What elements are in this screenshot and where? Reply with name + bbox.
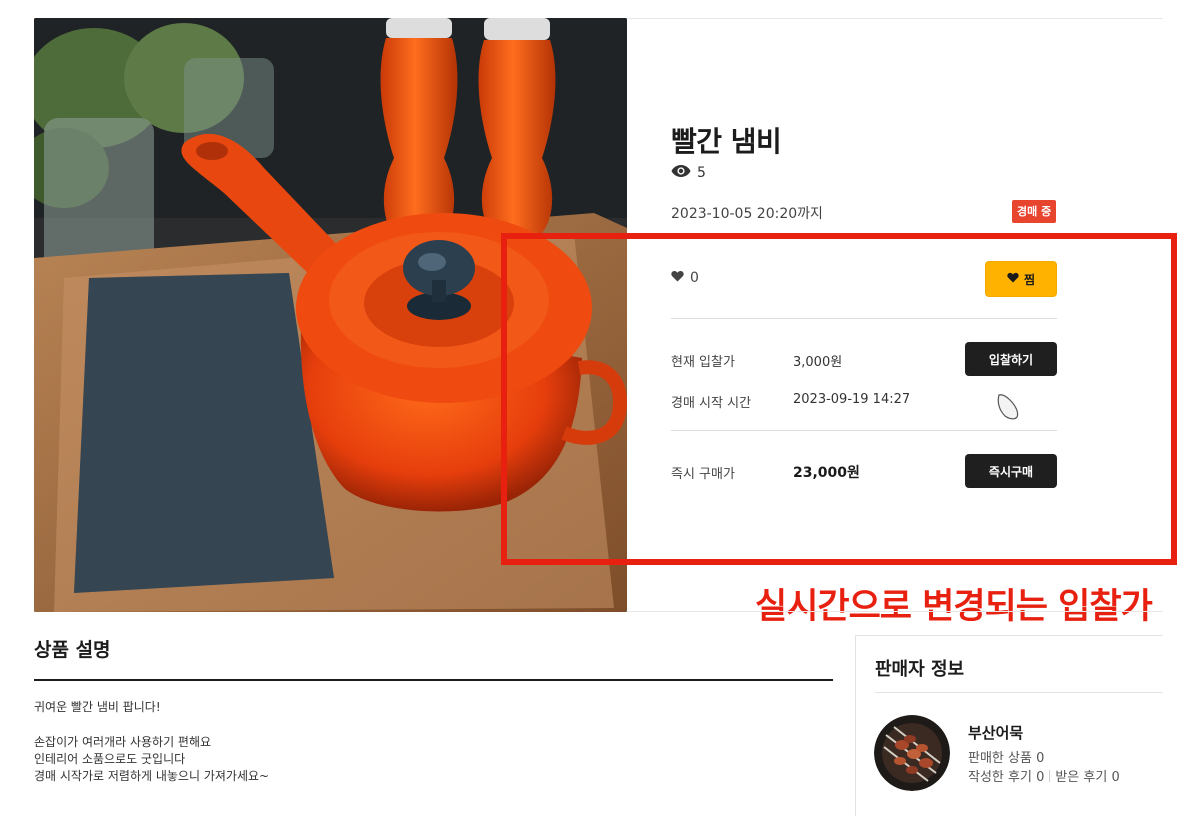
seller-heading: 판매자 정보 — [875, 659, 965, 680]
seller-review-stats: 작성한 후기 0 받은 후기 0 — [968, 766, 1120, 785]
annotation-text: 실시간으로 변경되는 입찰가 — [755, 587, 1153, 627]
status-badge: 경매 중 — [1012, 200, 1057, 223]
highlight-box — [501, 233, 1177, 565]
seller-name[interactable]: 부산어묵 — [968, 722, 1023, 743]
description-heading: 상품 설명 — [34, 639, 111, 661]
description-line: 인테리어 소품으로도 굿입니다 — [34, 752, 186, 766]
auction-deadline: 2023-10-05 20:20까지 — [671, 206, 823, 222]
bottom-divider — [627, 611, 1163, 612]
description-line: 손잡이가 여러개라 사용하기 편해요 — [34, 735, 212, 749]
seller-sold-count: 판매한 상품 0 — [968, 751, 1045, 766]
eye-icon — [671, 164, 691, 182]
description-line: 귀여운 빨간 냄비 팝니다! — [34, 700, 161, 714]
top-divider — [627, 18, 1163, 19]
stat-separator — [1049, 770, 1051, 782]
seller-avatar[interactable] — [874, 715, 950, 791]
received-reviews: 받은 후기 0 — [1055, 770, 1120, 785]
description-divider — [34, 679, 833, 681]
description-line: 경매 시작가로 저렴하게 내놓으니 가져가세요~ — [34, 769, 270, 783]
view-count-value: 5 — [697, 165, 706, 181]
product-title: 빨간 냄비 — [671, 125, 782, 158]
written-reviews: 작성한 후기 0 — [968, 770, 1045, 785]
seller-divider — [875, 692, 1163, 693]
view-count: 5 — [671, 164, 706, 182]
